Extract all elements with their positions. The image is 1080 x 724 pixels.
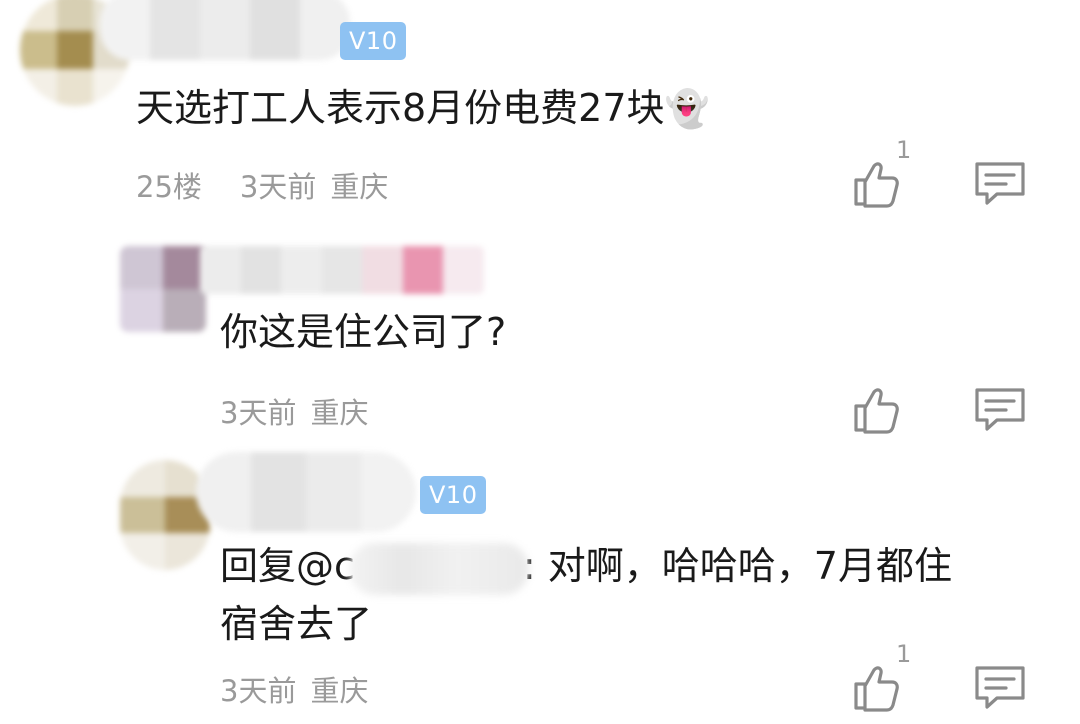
level-badge: V10: [340, 22, 407, 60]
reply-comment-icon[interactable]: [972, 382, 1028, 438]
thumbs-up-icon[interactable]: [850, 660, 906, 716]
ghost-emoji-icon: 👻: [664, 89, 710, 130]
username[interactable]: [100, 0, 350, 60]
comment-text-line2: 宿舍去了: [220, 602, 373, 646]
comment-text: 回复@c: 对啊，哈哈哈，7月都住: [220, 536, 952, 596]
reply-comment-icon[interactable]: [972, 660, 1028, 716]
mention-redacted: [348, 542, 529, 595]
username[interactable]: [196, 452, 416, 532]
like-count: 1: [896, 136, 912, 164]
timestamp: 3天前: [220, 396, 297, 430]
like-count: 1: [896, 640, 912, 668]
comment-thread: V10 天选打工人表示8月份电费27块👻 25楼 3天前 重庆 1 你这是住公司了?…: [0, 0, 1080, 724]
reply-comment-icon[interactable]: [972, 156, 1028, 212]
avatar[interactable]: [120, 246, 206, 332]
username[interactable]: [200, 246, 484, 294]
reply-mention[interactable]: 回复@c: [220, 544, 355, 588]
comment-meta: 25楼 3天前 重庆: [136, 164, 402, 206]
comment-text: 你这是住公司了?: [220, 310, 507, 354]
comment-meta: 3天前 重庆: [220, 668, 382, 710]
level-badge: V10: [420, 476, 487, 514]
comment-meta: 3天前 重庆: [220, 390, 382, 432]
location: 重庆: [310, 674, 369, 708]
avatar[interactable]: [120, 460, 210, 570]
thumbs-up-icon[interactable]: [850, 156, 906, 212]
timestamp: 3天前: [220, 674, 297, 708]
location: 重庆: [310, 396, 369, 430]
comment-text: 天选打工人表示8月份电费27块👻: [136, 86, 710, 130]
floor-number: 25楼: [136, 170, 202, 204]
thumbs-up-icon[interactable]: [850, 382, 906, 438]
location: 重庆: [330, 170, 389, 204]
timestamp: 3天前: [239, 170, 317, 204]
